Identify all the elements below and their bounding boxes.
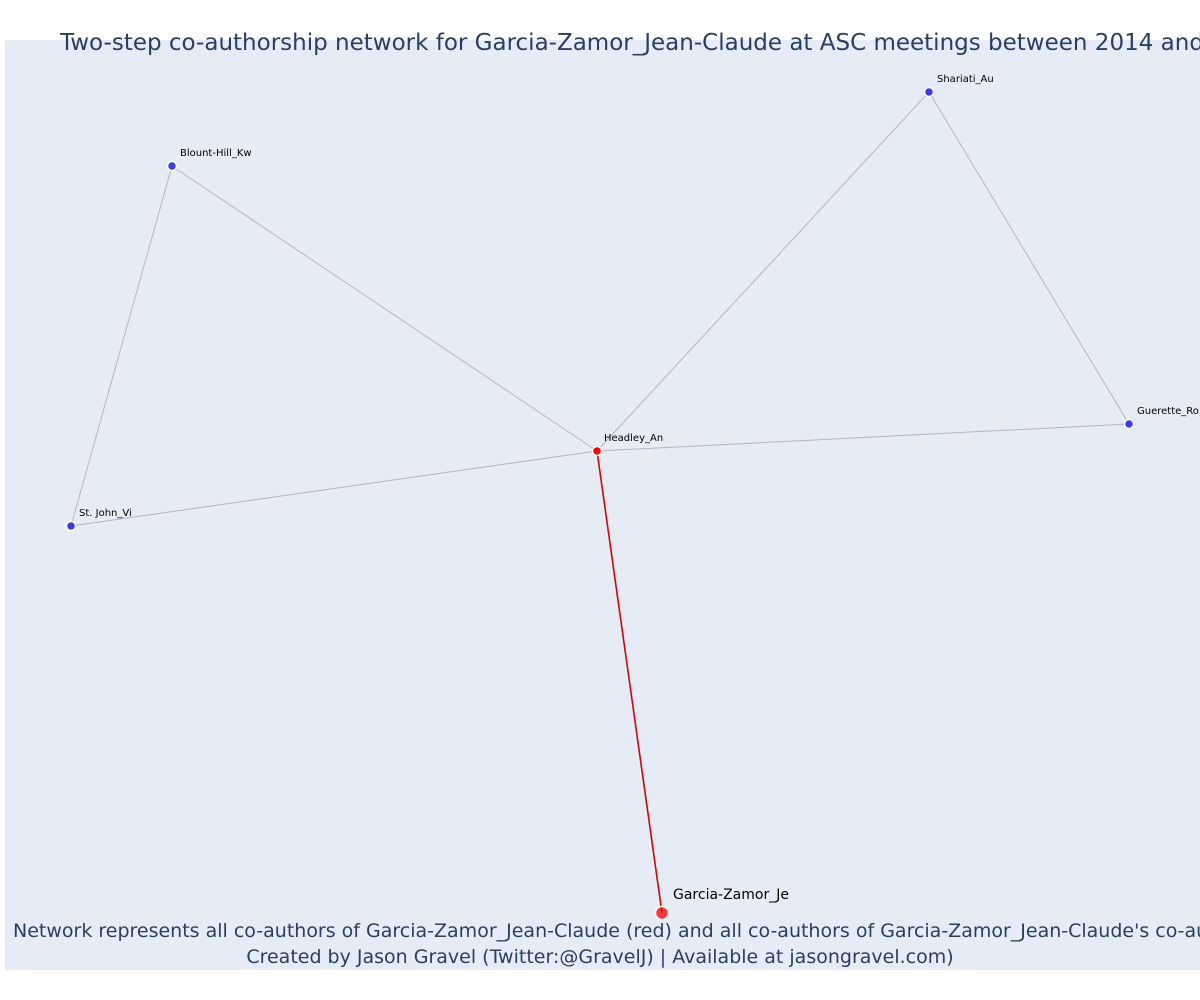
caption: Network represents all co-authors of Gar… bbox=[0, 918, 1200, 970]
edge-headley-an-st-john-vi bbox=[70, 450, 598, 527]
chart-title: Two-step co-authorship network for Garci… bbox=[60, 30, 1200, 56]
node-blount-hill-kw[interactable] bbox=[166, 160, 178, 172]
node-label-guerette-ro: Guerette_Ro bbox=[1137, 406, 1199, 417]
edge-headley-an-guerette-ro bbox=[596, 423, 1130, 452]
node-label-blount-hill-kw: Blount-Hill_Kw bbox=[180, 148, 252, 159]
edges-layer bbox=[70, 91, 1130, 914]
network-graph: Garcia-Zamor_Je Headley_An Blount-Hill_Kw S… bbox=[65, 74, 1199, 921]
edge-blount-hill-kw-st-john-vi bbox=[70, 165, 173, 527]
labels-layer: Garcia-Zamor_Je Headley_An Blount-Hill_Kw S… bbox=[79, 74, 1199, 903]
node-label-garcia-zamor-je: Garcia-Zamor_Je bbox=[673, 887, 789, 903]
node-st-john-vi[interactable] bbox=[65, 520, 77, 532]
caption-line-1: Network represents all co-authors of Gar… bbox=[13, 920, 1200, 942]
node-shariati-au[interactable] bbox=[923, 86, 935, 98]
caption-line-2: Created by Jason Gravel (Twitter:@Gravel… bbox=[246, 946, 954, 968]
node-label-shariati-au: Shariati_Au bbox=[937, 74, 994, 85]
node-label-st-john-vi: St. John_Vi bbox=[79, 508, 132, 519]
node-label-headley-an: Headley_An bbox=[604, 433, 663, 444]
edge-shariati-au-guerette-ro bbox=[928, 91, 1130, 425]
edge-garcia-zamor-je-headley-an bbox=[596, 450, 663, 914]
node-guerette-ro[interactable] bbox=[1123, 418, 1135, 430]
node-headley-an[interactable] bbox=[591, 445, 603, 457]
edge-headley-an-blount-hill-kw bbox=[171, 165, 598, 452]
edge-headley-an-shariati-au bbox=[596, 91, 930, 452]
